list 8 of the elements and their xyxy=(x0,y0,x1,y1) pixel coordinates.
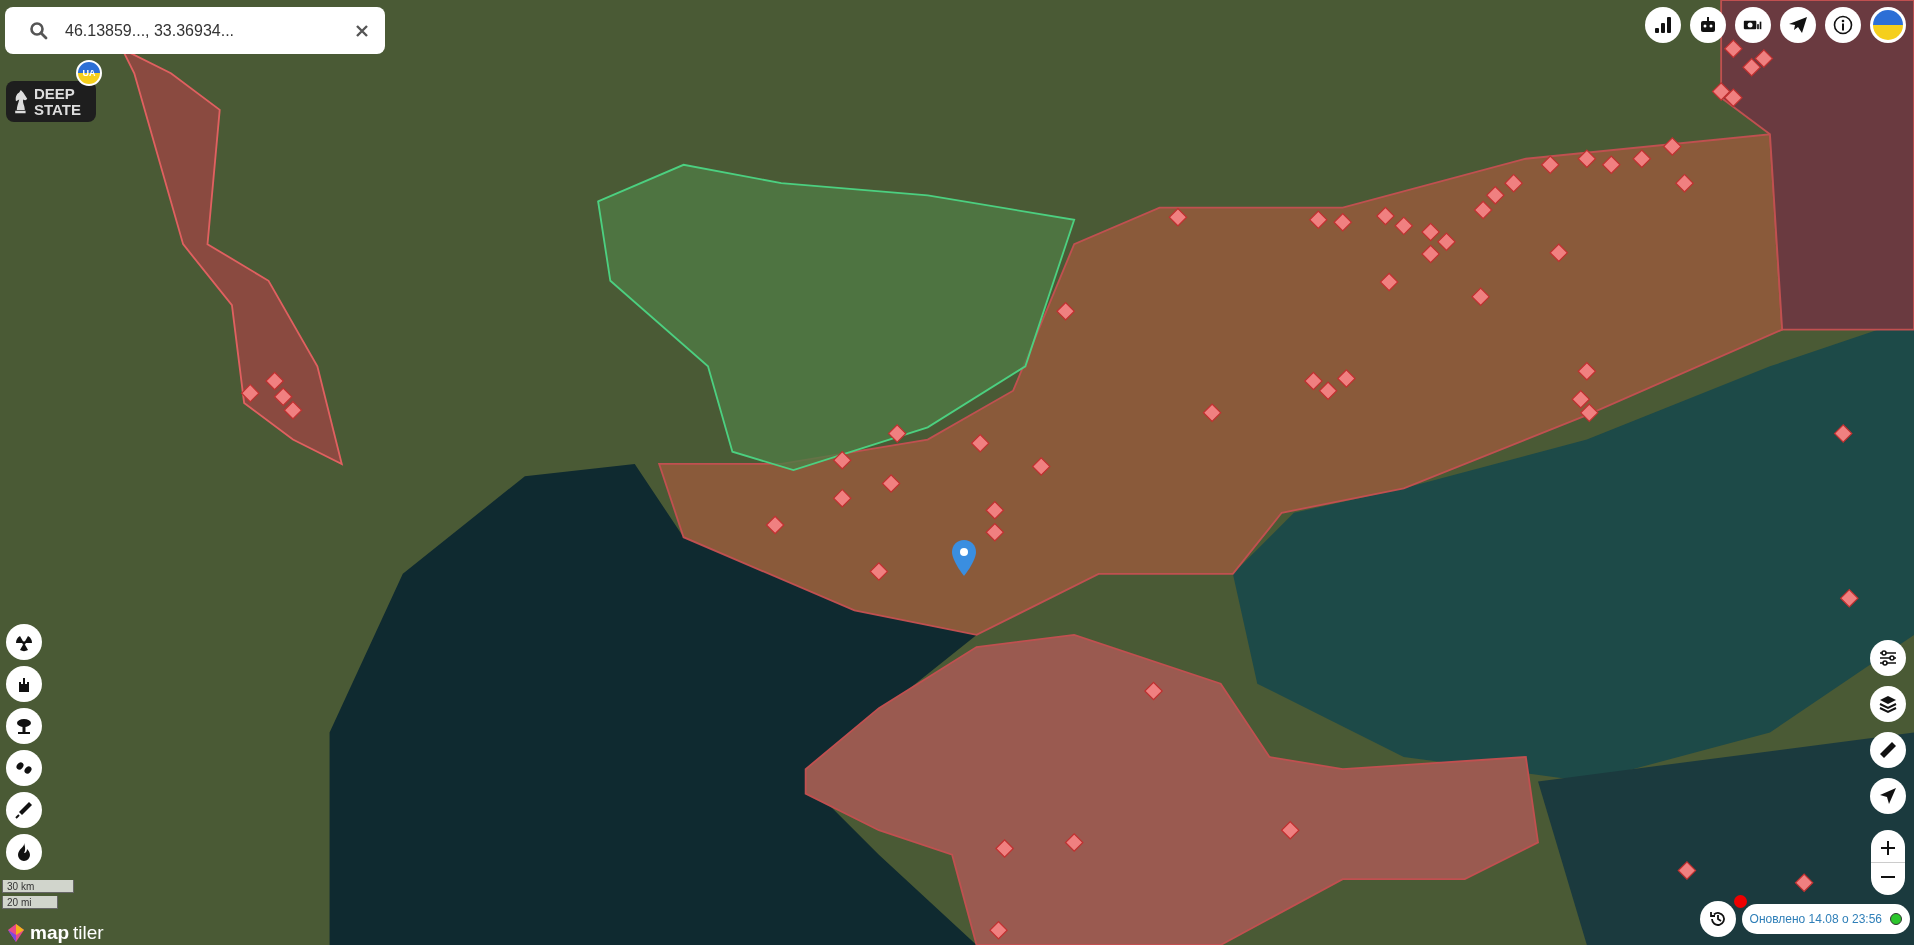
scale-bar: 30 km xyxy=(2,880,74,893)
update-time: Оновлено 14.08 о 23:56 xyxy=(1749,912,1882,926)
scale-bar: 20 mi xyxy=(2,896,58,909)
search-field[interactable]: 46.13859..., 33.36934... xyxy=(5,7,385,54)
logo[interactable]: DEEP STATE xyxy=(6,81,96,122)
search-input[interactable]: 46.13859..., 33.36934... xyxy=(63,20,341,41)
logo-text: DEEP STATE xyxy=(34,85,81,118)
maptiler-logo[interactable]: map tiler xyxy=(6,922,104,944)
